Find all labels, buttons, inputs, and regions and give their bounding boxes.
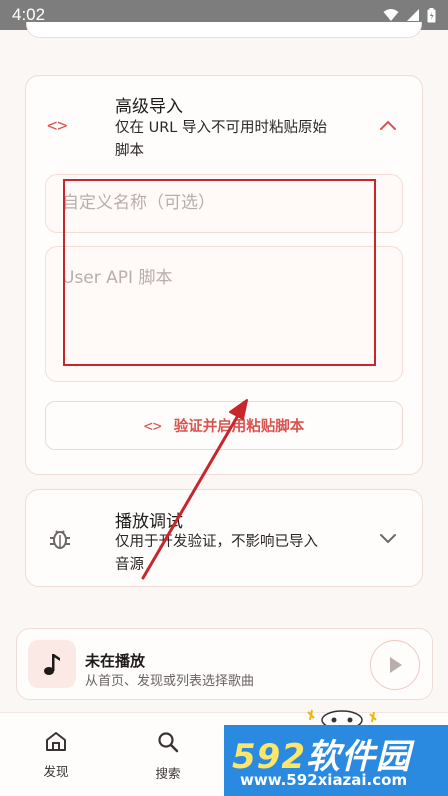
nav-discover-label: 发现	[43, 764, 69, 779]
watermark-banner: 592软件园 www.592xiazai.com	[224, 725, 448, 796]
chevron-up-icon[interactable]	[379, 119, 397, 131]
advanced-import-title: 高级导入	[115, 97, 183, 117]
playback-debug-subtitle-line1: 仅用于开发验证，不影响已导入	[115, 534, 318, 550]
custom-name-input[interactable]: 自定义名称（可选）	[45, 174, 403, 233]
user-api-script-textarea[interactable]: User API 脚本	[45, 246, 403, 382]
chevron-down-icon[interactable]	[379, 532, 397, 544]
user-api-script-placeholder: User API 脚本	[62, 268, 173, 288]
album-art	[28, 640, 76, 688]
status-icons	[383, 7, 436, 23]
verify-enable-script-button[interactable]: <> 验证并启用粘贴脚本	[45, 401, 403, 450]
now-playing-title: 未在播放	[85, 652, 146, 670]
nav-search-label: 搜索	[155, 766, 181, 781]
now-playing-subtitle: 从首页、发现或列表选择歌曲	[85, 674, 255, 689]
advanced-import-subtitle-line2: 脚本	[115, 143, 144, 159]
playback-debug-subtitle-line2: 音源	[115, 557, 144, 573]
play-button[interactable]	[370, 640, 420, 690]
home-icon	[46, 732, 66, 751]
code-icon: <>	[47, 116, 68, 136]
search-icon	[158, 732, 179, 753]
watermark-url: www.592xiazai.com	[240, 771, 408, 789]
nav-search[interactable]: 搜索	[138, 731, 198, 782]
custom-name-placeholder: 自定义名称（可选）	[62, 193, 215, 213]
music-note-icon	[44, 654, 60, 675]
bug-icon	[50, 530, 70, 549]
mini-player[interactable]: 未在播放 从首页、发现或列表选择歌曲	[16, 628, 433, 700]
code-icon: <>	[143, 416, 162, 435]
signal-icon	[407, 9, 419, 21]
nav-discover[interactable]: 发现	[26, 731, 86, 780]
wifi-icon	[383, 9, 399, 21]
advanced-import-subtitle-line1: 仅在 URL 导入不可用时粘贴原始	[115, 120, 327, 136]
previous-card-edge	[26, 22, 422, 38]
playback-debug-title: 播放调试	[115, 512, 183, 532]
verify-enable-script-label: 验证并启用粘贴脚本	[173, 419, 305, 435]
battery-icon	[427, 7, 436, 22]
play-icon	[390, 657, 402, 673]
